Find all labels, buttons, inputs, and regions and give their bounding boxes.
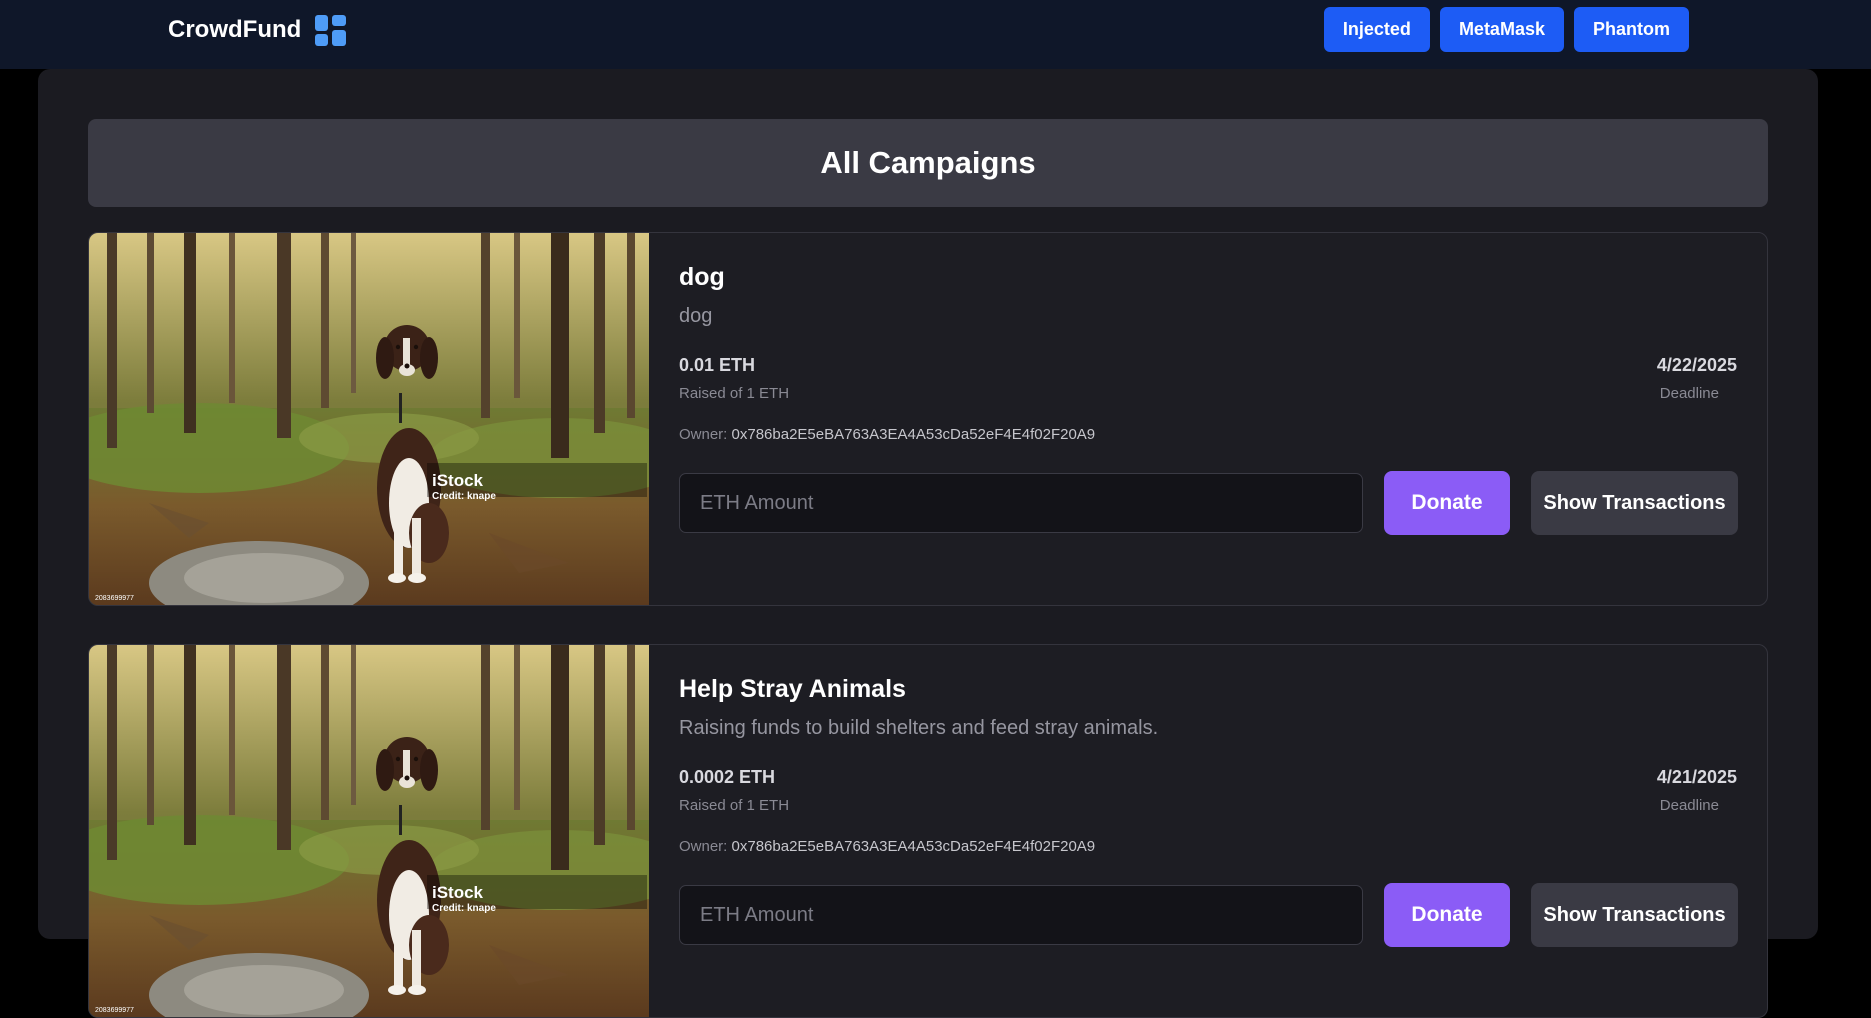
connect-phantom-button[interactable]: Phantom — [1573, 7, 1689, 52]
campaign-raised-amount: 0.0002 ETH — [679, 767, 776, 787]
owner-label: Owner: — [679, 838, 728, 855]
eth-amount-input[interactable] — [679, 885, 1363, 945]
campaign-deadline: 4/22/2025 — [1656, 355, 1737, 375]
connect-metamask-button[interactable]: MetaMask — [1439, 7, 1564, 52]
campaign-details: Help Stray Animals Raising funds to buil… — [679, 645, 1738, 1017]
top-navbar: CrowdFund Injected MetaMask Phantom — [0, 0, 1871, 69]
donate-button[interactable]: Donate — [1384, 883, 1510, 947]
image-credit: Credit: knape — [432, 903, 496, 914]
grid-icon — [315, 14, 347, 46]
campaign-deadline-label: Deadline — [1659, 385, 1719, 402]
owner-address: 0x786ba2E5eBA763A3EA4A53cDa52eF4E4f02F20… — [731, 838, 1096, 855]
campaign-title: dog — [679, 263, 725, 291]
campaign-image: iStock Credit: knape 2083699977 — [89, 233, 649, 605]
brand-name: CrowdFund — [168, 16, 302, 43]
owner-address: 0x786ba2E5eBA763A3EA4A53cDa52eF4E4f02F20… — [731, 426, 1096, 443]
campaign-description: dog — [679, 305, 713, 327]
campaign-raised-label: Raised of 1 ETH — [679, 385, 790, 402]
show-transactions-button[interactable]: Show Transactions — [1531, 471, 1738, 535]
campaign-raised-label: Raised of 1 ETH — [679, 797, 790, 814]
campaign-raised-amount: 0.01 ETH — [679, 355, 756, 375]
campaign-card: iStock Credit: knape 2083699977 Help Str… — [88, 644, 1768, 1018]
image-stock-id: 2083699977 — [95, 1007, 134, 1014]
campaign-deadline: 4/21/2025 — [1656, 767, 1737, 787]
wallet-connectors: Injected MetaMask Phantom — [1323, 7, 1689, 52]
image-stock-id: 2083699977 — [95, 595, 134, 602]
image-watermark: iStock — [432, 471, 484, 490]
campaign-image: iStock Credit: knape 2083699977 — [89, 645, 649, 1017]
campaigns-panel: All Campaigns iStock Credit: knape 20836… — [38, 69, 1818, 1018]
campaign-card: iStock Credit: knape 2083699977 dog dog … — [88, 232, 1768, 606]
page-title: All Campaigns — [820, 145, 1036, 180]
image-credit: Credit: knape — [432, 491, 496, 502]
campaign-deadline-label: Deadline — [1659, 797, 1719, 814]
image-watermark: iStock — [432, 883, 484, 902]
campaign-title: Help Stray Animals — [679, 675, 906, 703]
page-heading-box: All Campaigns — [88, 119, 1768, 207]
donate-button[interactable]: Donate — [1384, 471, 1510, 535]
eth-amount-input[interactable] — [679, 473, 1363, 533]
connect-injected-button[interactable]: Injected — [1323, 7, 1430, 52]
campaign-owner: Owner: 0x786ba2E5eBA763A3EA4A53cDa52eF4E… — [679, 426, 1095, 443]
owner-label: Owner: — [679, 426, 728, 443]
campaign-details: dog dog 0.01 ETH Raised of 1 ETH 4/22/20… — [679, 233, 1738, 605]
campaign-owner: Owner: 0x786ba2E5eBA763A3EA4A53cDa52eF4E… — [679, 838, 1095, 855]
campaign-description: Raising funds to build shelters and feed… — [679, 717, 1159, 739]
show-transactions-button[interactable]: Show Transactions — [1531, 883, 1738, 947]
brand[interactable]: CrowdFund — [168, 14, 347, 46]
